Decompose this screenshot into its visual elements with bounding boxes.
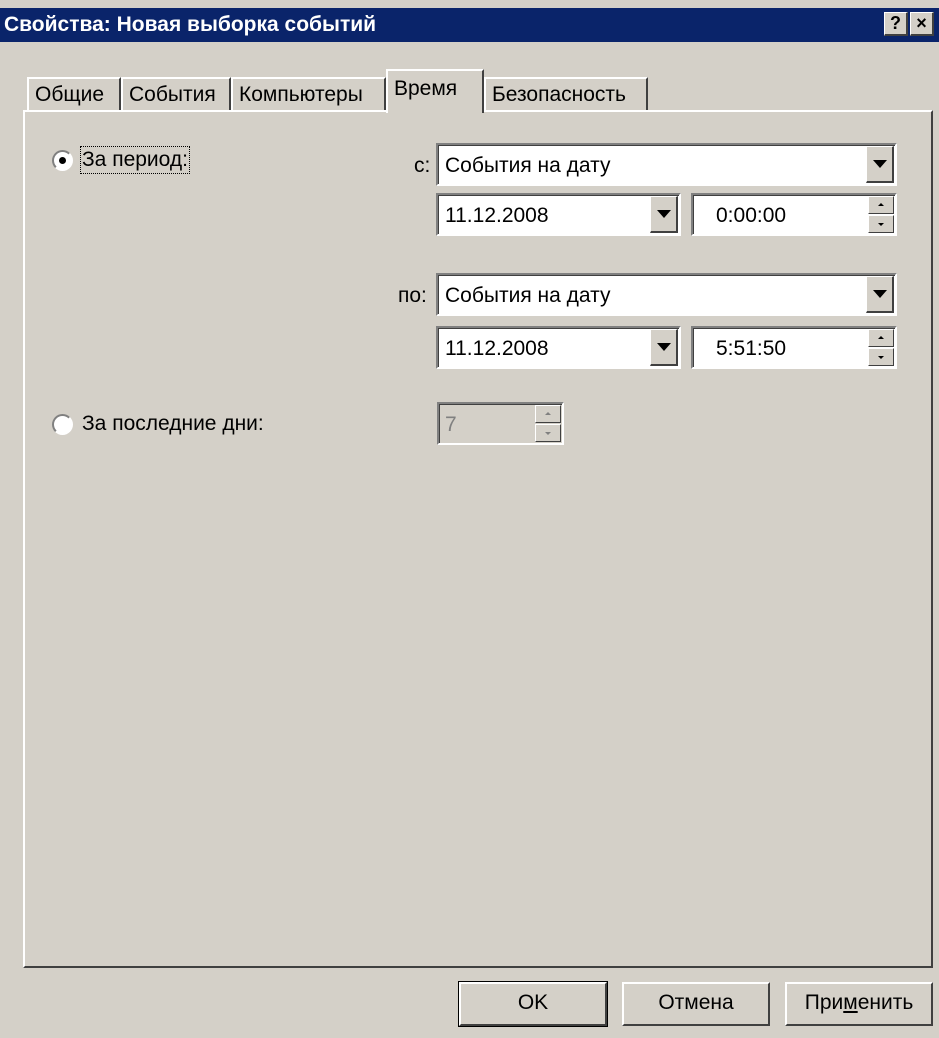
spin-down-icon[interactable] (868, 348, 894, 366)
radio-checked-dot (59, 157, 66, 164)
spin-buttons[interactable] (868, 329, 894, 366)
from-date-value: 11.12.2008 (445, 204, 549, 227)
to-date-value: 11.12.2008 (445, 337, 549, 360)
to-mode-dropdown[interactable]: События на дату (436, 273, 897, 316)
chevron-down-icon[interactable] (650, 329, 678, 366)
to-label: по: (398, 284, 427, 307)
spin-buttons[interactable] (868, 196, 894, 233)
from-mode-value: События на дату (445, 154, 611, 177)
to-mode-value: События на дату (445, 284, 611, 307)
chevron-down-icon[interactable] (650, 196, 678, 233)
spin-up-icon[interactable] (868, 329, 894, 347)
chevron-down-icon[interactable] (866, 146, 894, 183)
period-radio-label[interactable]: За период: (80, 146, 190, 174)
spin-down-icon[interactable] (868, 215, 894, 233)
spin-down-icon[interactable] (535, 424, 561, 442)
to-date-picker[interactable]: 11.12.2008 (436, 326, 681, 369)
from-time-value: 0:00:00 (716, 204, 787, 227)
last-days-label[interactable]: За последние дни: (82, 412, 264, 436)
chevron-down-icon[interactable] (866, 276, 894, 313)
spin-up-icon[interactable] (535, 405, 561, 423)
to-time-value: 5:51:50 (716, 337, 787, 360)
time-settings: За период: с: События на дату 11.12.2008… (0, 0, 939, 1038)
spin-up-icon[interactable] (868, 196, 894, 214)
spin-buttons[interactable] (535, 405, 561, 442)
from-label: с: (414, 154, 431, 177)
last-days-value: 7 (445, 413, 457, 436)
from-mode-dropdown[interactable]: События на дату (436, 143, 897, 186)
last-days-radio[interactable] (52, 414, 73, 435)
from-time-stepper[interactable]: 0:00:00 (691, 193, 897, 236)
to-time-stepper[interactable]: 5:51:50 (691, 326, 897, 369)
from-date-picker[interactable]: 11.12.2008 (436, 193, 681, 236)
period-radio[interactable] (52, 150, 73, 171)
last-days-stepper[interactable]: 7 (437, 402, 564, 445)
